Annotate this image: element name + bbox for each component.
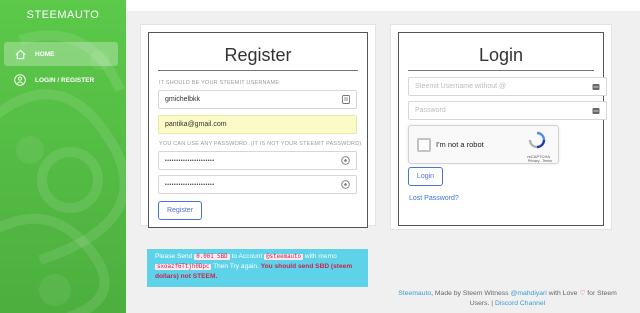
account-code: @steemauto [264,254,304,260]
user-icon [14,74,26,86]
recaptcha-logo-icon [528,131,546,149]
steemauto-link[interactable]: Steemauto [398,290,431,297]
recaptcha-label: I'm not a robot [436,140,484,149]
register-title: Register [224,45,292,65]
login-title: Login [478,45,524,65]
register-button[interactable]: Register [158,201,202,220]
sidebar: STEEMAUTO HOME LOGIN / REGISTER [0,0,126,313]
password-value: •••••••••••••••••••••• [165,157,215,164]
register-confirm-password-field[interactable]: •••••••••••••••••••••• [158,175,357,194]
login-username-field[interactable]: Steemit Username without @ [408,77,607,96]
notice-text: Then Try again. [211,263,261,270]
amount-code: 0.001 SBD [194,254,230,260]
memo-code: sxoazf6Ttjh0Dpc [155,264,212,270]
login-panel: Login Steemit Username without @ Passwor… [398,32,607,226]
sidebar-item-home[interactable]: HOME [4,42,118,66]
lost-password-link[interactable]: Lost Password? [409,195,459,202]
sidebar-item-label: LOGIN / REGISTER [35,76,95,84]
home-icon [14,48,26,60]
login-password-field[interactable]: Password [408,101,607,120]
footer-text: , Made by Steem Witness [431,290,511,297]
register-password-field[interactable]: •••••••••••••••••••••• [158,151,357,170]
confirm-password-value: •••••••••••••••••••••• [165,181,215,188]
send-sbd-notice: Please Send 0.001 SBD to Account @steema… [147,249,368,287]
footer-text: with Love [546,290,580,297]
contact-card-icon[interactable] [341,95,350,104]
contact-card-icon[interactable] [591,106,600,115]
author-link[interactable]: @mahdiyari [510,290,546,297]
register-email-field[interactable]: pantika@gmail.com [158,115,357,134]
title-divider [158,70,358,71]
password-manager-icon[interactable] [341,156,350,165]
discord-channel-link[interactable]: Discord Channel [495,300,545,307]
notice-text: to Account [229,253,265,260]
title-divider [408,70,594,71]
register-username-field[interactable]: gmichelbkk [158,90,357,109]
login-button[interactable]: Login [408,167,443,186]
top-bar [126,0,640,11]
email-value: pantika@gmail.com [165,121,227,128]
footer: Steemauto, Made by Steem Witness @mahdiy… [395,289,620,309]
password-placeholder: Password [415,107,446,114]
password-hint: YOU CAN USE ANY PASSWORD. (IT IS NOT YOU… [159,141,362,147]
recaptcha-widget: I'm not a robot reCAPTCHA Privacy - Term… [408,125,559,164]
sidebar-item-login-register[interactable]: LOGIN / REGISTER [4,68,118,92]
sidebar-item-label: HOME [35,50,55,58]
recaptcha-checkbox[interactable] [417,138,431,152]
username-hint: IT SHOULD BE YOUR STEEMIT USERNAME: [159,80,281,86]
recaptcha-terms-link[interactable]: Privacy - Terms [528,159,552,163]
username-placeholder: Steemit Username without @ [415,83,507,90]
password-manager-icon[interactable] [341,180,350,189]
register-panel: Register IT SHOULD BE YOUR STEEMIT USERN… [148,32,368,228]
notice-text: Please Send [155,253,195,260]
username-value: gmichelbkk [165,96,201,103]
contact-card-icon[interactable] [591,82,600,91]
notice-text: with memo [303,253,337,260]
brand-title[interactable]: STEEMAUTO [0,9,126,21]
